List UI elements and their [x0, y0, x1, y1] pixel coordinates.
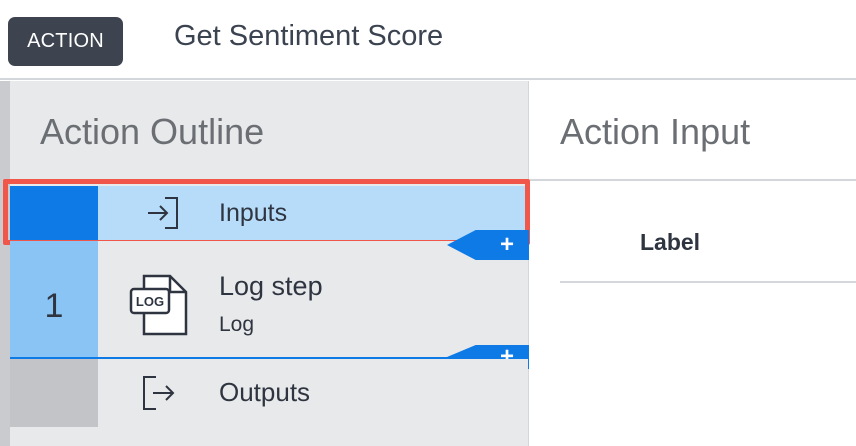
- divider: [530, 179, 856, 181]
- outputs-marker: [10, 359, 98, 427]
- step-number: 1: [10, 241, 98, 358]
- header-bar: ACTION Get Sentiment Score: [0, 0, 856, 80]
- step-title: Log step: [219, 271, 323, 301]
- step-subtitle: Log: [219, 313, 255, 336]
- divider: [560, 281, 856, 283]
- outline-step-log[interactable]: 1 LOG Log step Log: [10, 241, 528, 358]
- svg-text:LOG: LOG: [136, 294, 164, 309]
- outline-item-outputs[interactable]: Outputs: [10, 359, 528, 427]
- panel-edge: [0, 81, 10, 446]
- selection-highlight: [3, 179, 530, 245]
- outputs-label: Outputs: [219, 377, 311, 407]
- action-input-title: Action Input: [560, 111, 751, 152]
- log-file-icon: LOG: [129, 274, 188, 336]
- outline-title: Action Outline: [40, 111, 265, 152]
- column-header-label: Label: [640, 229, 701, 255]
- output-arrow-icon: [143, 376, 175, 410]
- action-badge: ACTION: [8, 17, 123, 66]
- page-title: Get Sentiment Score: [174, 20, 444, 52]
